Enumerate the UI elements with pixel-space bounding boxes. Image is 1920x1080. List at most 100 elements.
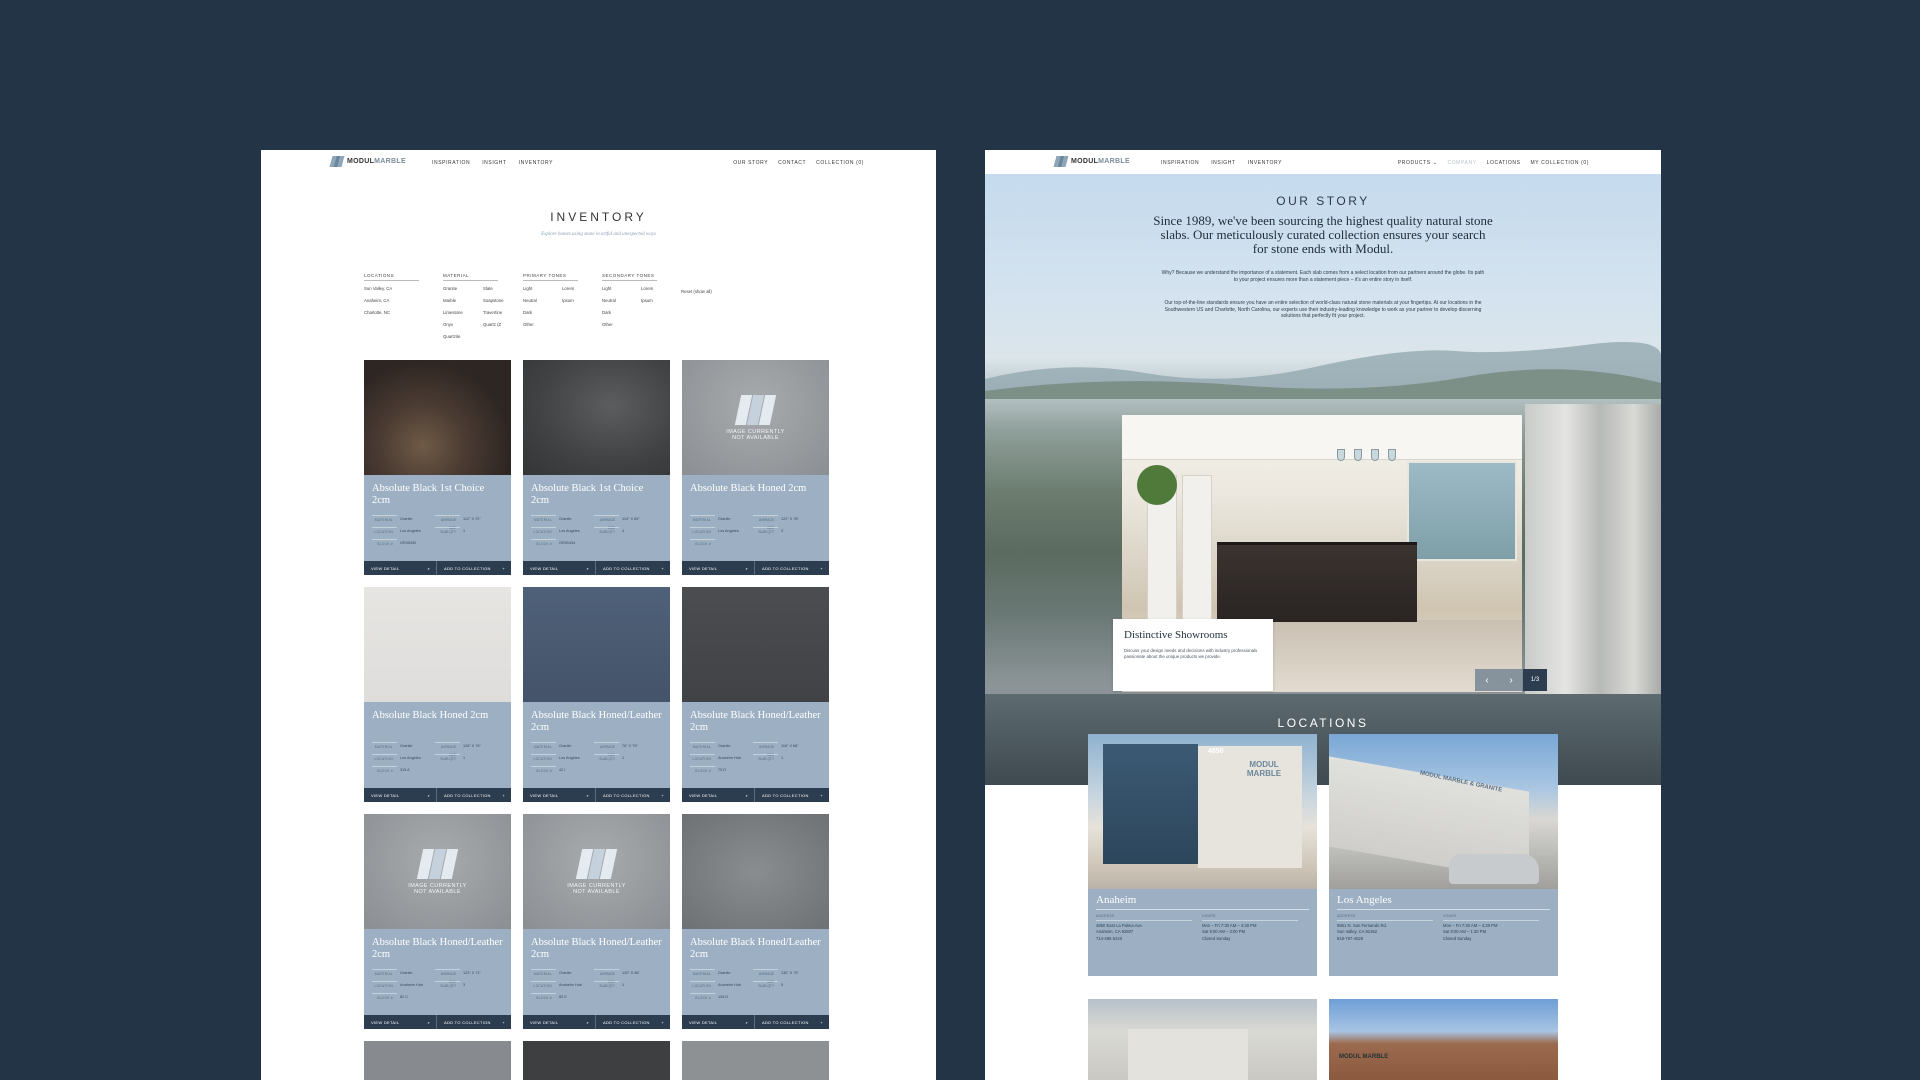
filter-option[interactable]: Slate [483, 286, 523, 298]
card-title[interactable]: Absolute Black Honed 2cm [690, 483, 821, 509]
filter-option[interactable]: Quartz (Z [483, 322, 523, 334]
card-image[interactable] [682, 587, 829, 702]
inventory-card[interactable]: IMAGE CURRENTLY NOT AVAILABLE Absolute Bl… [682, 360, 829, 575]
card-title[interactable]: Absolute Black Honed/Leather 2cm [531, 937, 662, 963]
filter-option[interactable]: Dark [602, 310, 641, 322]
filter-reset[interactable]: Reset (show all) [681, 289, 712, 294]
inventory-card[interactable]: Absolute Black Honed/Leather 2cm MATERIAL… [682, 814, 829, 1029]
card-image[interactable] [364, 587, 511, 702]
inventory-card[interactable]: Absolute Black Honed/Leather 2cm MATERIAL… [523, 587, 670, 802]
filter-option[interactable]: Lorem [641, 286, 671, 298]
filter-option[interactable]: Neutral [523, 298, 562, 310]
view-detail-button[interactable]: VIEW DETAIL ⌕ [364, 1015, 437, 1029]
inventory-card[interactable]: IMAGE CURRENTLY NOT AVAILABLE Absolute Bl… [523, 814, 670, 1029]
inventory-card[interactable]: Absolute Black Honed 2cm MATERIAL Granite A… [364, 587, 511, 802]
logo[interactable]: MODULMARBLE [1053, 156, 1130, 167]
inventory-card[interactable]: Absolute Black Honed/Leather 2cm MATERIAL… [682, 587, 829, 802]
view-detail-button[interactable]: VIEW DETAIL ⌕ [364, 788, 437, 802]
card-image[interactable] [523, 587, 670, 702]
add-to-collection-button[interactable]: ADD TO COLLECTION + [755, 1020, 829, 1025]
card-title[interactable]: Absolute Black Honed/Leather 2cm [531, 710, 662, 736]
filter-option[interactable]: Charlotte, NC [364, 310, 419, 322]
filter-option[interactable]: Ipsum [641, 298, 671, 310]
add-to-collection-button[interactable]: ADD TO COLLECTION + [755, 566, 829, 571]
chevron-left-icon[interactable]: ‹ [1475, 669, 1499, 691]
nav-link-inspiration[interactable]: INSPIRATION [432, 160, 470, 166]
nav-link-inventory[interactable]: INVENTORY [519, 160, 553, 166]
filter-option[interactable]: Granite [443, 286, 483, 298]
card-image[interactable]: IMAGE CURRENTLY NOT AVAILABLE [364, 814, 511, 929]
filter-option[interactable] [562, 310, 592, 322]
nav-link-inspiration[interactable]: INSPIRATION [1161, 160, 1199, 166]
filter-option[interactable] [641, 310, 671, 322]
add-to-collection-button[interactable]: ADD TO COLLECTION + [437, 793, 511, 798]
filter-option[interactable]: Neutral [602, 298, 641, 310]
card-title[interactable]: Absolute Black Honed 2cm [372, 710, 503, 736]
add-to-collection-button[interactable]: ADD TO COLLECTION + [755, 793, 829, 798]
filter-option[interactable]: Onyx [443, 322, 483, 334]
card-image[interactable]: IMAGE CURRENTLY NOT AVAILABLE [523, 814, 670, 929]
card-title[interactable]: Absolute Black 1st Choice 2cm [531, 483, 662, 509]
card-title[interactable]: Absolute Black Honed/Leather 2cm [372, 937, 503, 963]
filter-option[interactable] [562, 322, 592, 334]
card-image[interactable] [682, 1041, 829, 1080]
view-detail-button[interactable]: VIEW DETAIL ⌕ [523, 1015, 596, 1029]
filter-option[interactable] [641, 322, 671, 334]
nav-link-locations[interactable]: LOCATIONS [1487, 160, 1521, 166]
filter-option[interactable]: Sun Valley, CA [364, 286, 419, 298]
card-image[interactable]: IMAGE CURRENTLY NOT AVAILABLE [682, 360, 829, 475]
location-card-los-angeles[interactable]: MODUL MARBLE & GRANITE Los Angeles ADDRE… [1329, 734, 1558, 976]
filter-option[interactable]: Limestone [443, 310, 483, 322]
view-detail-button[interactable]: VIEW DETAIL ⌕ [682, 788, 755, 802]
add-to-collection-button[interactable]: ADD TO COLLECTION + [596, 1020, 670, 1025]
location-card-anaheim[interactable]: 4850 MODUL MARBLE Anaheim ADDRESS 4850 E… [1088, 734, 1317, 976]
filter-option[interactable]: Light [602, 286, 641, 298]
reset-link[interactable]: Reset (show all) [681, 289, 712, 294]
filter-option[interactable]: Other [523, 322, 562, 334]
filter-option[interactable]: Marble [443, 298, 483, 310]
view-detail-button[interactable]: VIEW DETAIL ⌕ [682, 561, 755, 575]
nav-link-products[interactable]: PRODUCTS ⌄ [1398, 160, 1438, 166]
add-to-collection-button[interactable]: ADD TO COLLECTION + [596, 566, 670, 571]
card-image[interactable] [364, 360, 511, 475]
filter-option[interactable]: Soapstone [483, 298, 523, 310]
location-photo[interactable] [1088, 999, 1317, 1080]
card-title[interactable]: Absolute Black Honed/Leather 2cm [690, 937, 821, 963]
card-image[interactable] [523, 1041, 670, 1080]
view-detail-button[interactable]: VIEW DETAIL ⌕ [523, 561, 596, 575]
nav-link-insight[interactable]: INSIGHT [1211, 160, 1235, 166]
phone-link[interactable]: 818-767-4528 [1337, 936, 1443, 943]
nav-link-insight[interactable]: INSIGHT [482, 160, 506, 166]
view-detail-button[interactable]: VIEW DETAIL ⌕ [523, 788, 596, 802]
nav-link-contact[interactable]: CONTACT [778, 160, 806, 166]
chevron-right-icon[interactable]: › [1499, 669, 1523, 691]
card-image[interactable] [682, 814, 829, 929]
filter-option[interactable]: Dark [523, 310, 562, 322]
inventory-card[interactable]: Absolute Black 1st Choice 2cm MATERIAL Gra… [364, 360, 511, 575]
filter-option[interactable]: Quartzite [443, 334, 483, 346]
add-to-collection-button[interactable]: ADD TO COLLECTION + [596, 793, 670, 798]
add-to-collection-button[interactable]: ADD TO COLLECTION + [437, 566, 511, 571]
inventory-card[interactable]: IMAGE CURRENTLY NOT AVAILABLE Absolute Bl… [364, 814, 511, 1029]
card-title[interactable]: Absolute Black Honed/Leather 2cm [690, 710, 821, 736]
nav-link-collection[interactable]: COLLECTION (0) [816, 160, 864, 166]
filter-option[interactable]: Other [602, 322, 641, 334]
filter-option[interactable]: Anaheim, CA [364, 298, 419, 310]
phone-link[interactable]: 714-465-5220 [1096, 936, 1202, 943]
logo[interactable]: MODULMARBLE [329, 156, 406, 167]
add-to-collection-button[interactable]: ADD TO COLLECTION + [437, 1020, 511, 1025]
filter-option[interactable]: Lorem [562, 286, 592, 298]
filter-option[interactable]: Ipsum [562, 298, 592, 310]
card-title[interactable]: Absolute Black 1st Choice 2cm [372, 483, 503, 509]
nav-link-inventory[interactable]: INVENTORY [1248, 160, 1282, 166]
location-photo[interactable]: MODUL MARBLE [1329, 999, 1558, 1080]
nav-link-our-story[interactable]: OUR STORY [733, 160, 768, 166]
filter-option[interactable]: Travertine [483, 310, 523, 322]
view-detail-button[interactable]: VIEW DETAIL ⌕ [682, 1015, 755, 1029]
card-image[interactable] [523, 360, 670, 475]
nav-link-company[interactable]: COMPANY [1447, 160, 1476, 166]
filter-option[interactable]: Light [523, 286, 562, 298]
card-image[interactable] [364, 1041, 511, 1080]
view-detail-button[interactable]: VIEW DETAIL ⌕ [364, 561, 437, 575]
nav-link-my-collection[interactable]: MY COLLECTION (0) [1531, 160, 1589, 166]
